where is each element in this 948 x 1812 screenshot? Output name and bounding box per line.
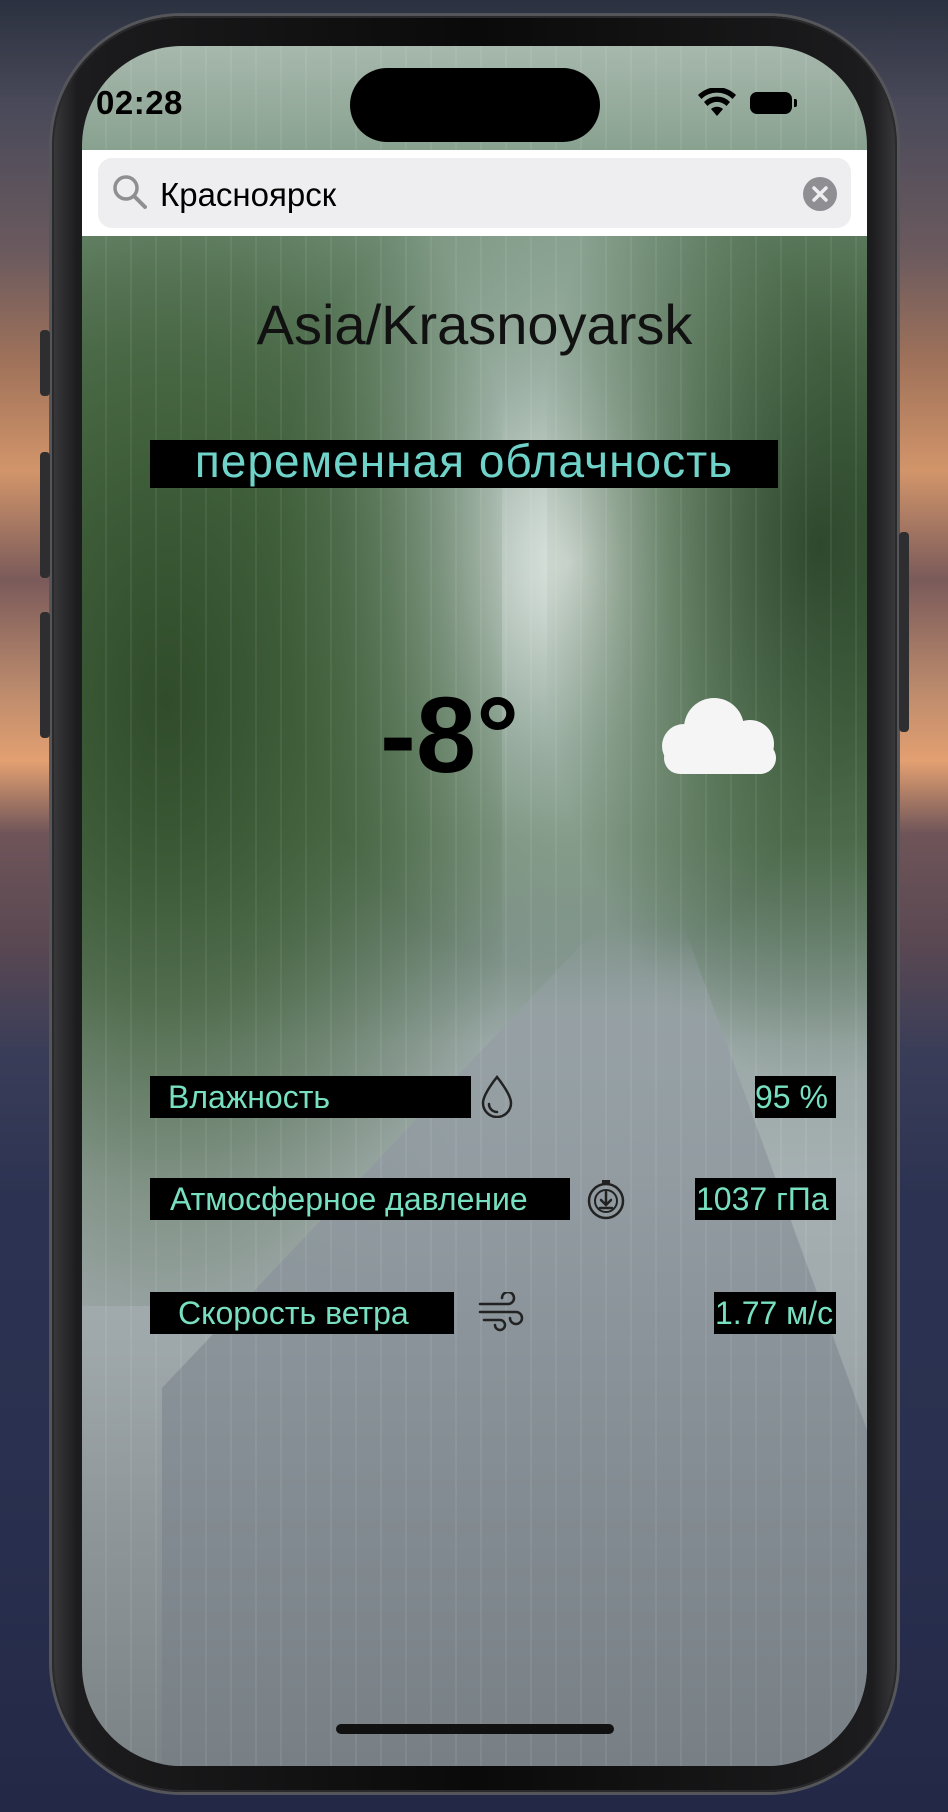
timezone-title: Asia/Krasnoyarsk — [256, 293, 693, 356]
search-icon — [113, 175, 147, 209]
volume-up-button — [40, 452, 50, 578]
power-button — [899, 532, 909, 732]
pressure-label: Атмосферное давление — [170, 1181, 528, 1217]
status-bar-time: 02:28 — [96, 84, 183, 121]
home-indicator[interactable] — [336, 1724, 614, 1734]
pressure-value: 1037 гПа — [696, 1181, 829, 1217]
wifi-icon — [698, 88, 736, 116]
clear-search-icon[interactable] — [803, 177, 837, 211]
battery-icon — [750, 92, 797, 114]
search-input[interactable] — [158, 166, 782, 224]
humidity-label: Влажность — [168, 1079, 331, 1115]
wind-label: Скорость ветра — [178, 1295, 409, 1331]
pressure-gauge-icon — [587, 1180, 625, 1220]
volume-down-button — [40, 612, 50, 738]
humidity-value: 95 % — [755, 1079, 828, 1115]
cloud-icon — [662, 698, 776, 774]
wind-icon — [478, 1292, 524, 1332]
dynamic-island — [350, 68, 600, 142]
humidity-drop-icon — [481, 1075, 513, 1118]
weather-description: переменная облачность — [194, 435, 734, 487]
wind-value: 1.77 м/с — [715, 1295, 834, 1331]
temperature: -8° — [380, 674, 520, 795]
action-button — [40, 330, 50, 396]
